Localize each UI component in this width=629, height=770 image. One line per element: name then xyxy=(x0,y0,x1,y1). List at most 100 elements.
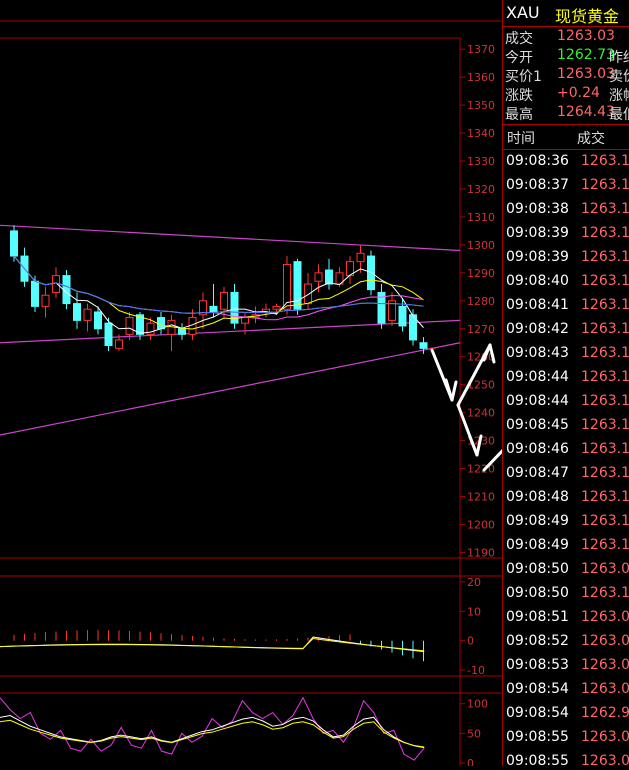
tick-row[interactable]: 09:08:36 1263.13 xyxy=(503,150,629,174)
tick-price: 1263.12 xyxy=(581,177,629,193)
candle-body xyxy=(73,303,81,321)
tick-row[interactable]: 09:08:37 1263.12 xyxy=(503,174,629,198)
tick-row[interactable]: 09:08:53 1263.07 xyxy=(503,654,629,678)
tick-price: 1262.97 xyxy=(581,705,629,721)
tick-row[interactable]: 09:08:43 1263.11 xyxy=(503,342,629,366)
tick-price: 1263.10 xyxy=(581,441,629,457)
quote-value: 1262.73 xyxy=(557,47,615,63)
tick-row[interactable]: 09:08:55 1263.07 xyxy=(503,750,629,766)
y-tick-label: 1330 xyxy=(467,155,495,168)
tick-price: 1263.17 xyxy=(581,393,629,409)
tick-price: 1263.04 xyxy=(581,681,629,697)
tick-row[interactable]: 09:08:44 1263.17 xyxy=(503,390,629,414)
y-tick-label: 1300 xyxy=(467,239,495,252)
tick-row[interactable]: 09:08:39 1263.18 xyxy=(503,246,629,270)
quote-label: 买价1 xyxy=(505,69,542,85)
tick-time: 09:08:43 xyxy=(506,345,569,361)
candlestick-chart[interactable]: 1370 1360 1350 1340 1330 1320 1310 1300 1290 1280… xyxy=(0,0,614,770)
tick-price: 1263.16 xyxy=(581,369,629,385)
tick-price: 1263.18 xyxy=(581,249,629,265)
tick-row[interactable]: 09:08:41 1263.12 xyxy=(503,294,629,318)
tick-row[interactable]: 09:08:50 1263.10 xyxy=(503,582,629,606)
tick-row[interactable]: 09:08:46 1263.10 xyxy=(503,438,629,462)
tick-row[interactable]: 09:08:50 1263.09 xyxy=(503,558,629,582)
tick-row[interactable]: 09:08:40 1263.17 xyxy=(503,270,629,294)
tick-time: 09:08:55 xyxy=(506,753,569,766)
tick-time: 09:08:41 xyxy=(506,297,569,313)
y-tick-label: 1270 xyxy=(467,323,495,336)
tick-time: 09:08:42 xyxy=(506,321,569,337)
candle-body xyxy=(314,272,323,282)
candle-body xyxy=(157,317,165,330)
tick-list[interactable]: 09:08:36 1263.13 09:08:37 1263.12 09:08:38 12… xyxy=(503,150,629,766)
tick-time: 09:08:49 xyxy=(506,537,569,553)
chart-area[interactable]: 1370 1360 1350 1340 1330 1320 1310 1300 1290 1280… xyxy=(0,0,614,770)
quote-label-secondary: 昨结 xyxy=(609,50,629,66)
candle-body xyxy=(293,261,302,310)
candle-body xyxy=(398,305,407,327)
tick-price: 1263.16 xyxy=(581,465,629,481)
kdj-k-line xyxy=(0,715,425,749)
tick-price: 1263.11 xyxy=(581,513,629,529)
tick-price: 1263.07 xyxy=(581,753,629,766)
quote-row: 今开 1262.73昨结 xyxy=(503,46,629,66)
quote-value: 1263.03 xyxy=(557,66,615,82)
tick-price: 1263.13 xyxy=(581,321,629,337)
tick-row[interactable]: 09:08:38 1263.17 xyxy=(503,198,629,222)
candle-body xyxy=(10,230,18,257)
tick-row[interactable]: 09:08:52 1263.03 xyxy=(503,630,629,654)
tick-price: 1263.07 xyxy=(581,609,629,625)
candle-body xyxy=(241,317,249,324)
tick-row[interactable]: 09:08:42 1263.13 xyxy=(503,318,629,342)
candle-body xyxy=(125,317,134,335)
quote-row: 买价1 1263.03卖价 xyxy=(503,65,629,85)
tick-row[interactable]: 09:08:54 1262.97 xyxy=(503,702,629,726)
quote-label-secondary: 涨幅 xyxy=(609,88,629,104)
tick-time: 09:08:39 xyxy=(506,249,569,265)
y-tick-label: 1210 xyxy=(467,490,495,503)
tick-row[interactable]: 09:08:55 1263.06 xyxy=(503,726,629,750)
tick-price: 1263.14 xyxy=(581,489,629,505)
tick-row[interactable]: 09:08:44 1263.16 xyxy=(503,366,629,390)
quote-row: 涨跌 +0.24 涨幅 xyxy=(503,84,629,104)
tick-price: 1263.12 xyxy=(581,297,629,313)
tick-row[interactable]: 09:08:49 1263.13 xyxy=(503,534,629,558)
y-tick-label: 10 xyxy=(467,605,481,618)
candle-body xyxy=(209,305,218,313)
tick-row[interactable]: 09:08:54 1263.04 xyxy=(503,678,629,702)
y-tick-label: 0 xyxy=(467,635,474,648)
candle-body xyxy=(178,328,186,335)
tick-row[interactable]: 09:08:48 1263.14 xyxy=(503,486,629,510)
tick-time: 09:08:53 xyxy=(506,657,569,673)
y-tick-label: 1290 xyxy=(467,267,495,280)
quote-label: 成交 xyxy=(505,31,533,47)
tick-row[interactable]: 09:08:39 1263.13 xyxy=(503,222,629,246)
tick-row[interactable]: 09:08:49 1263.11 xyxy=(503,510,629,534)
candle-body xyxy=(83,308,92,321)
tick-time: 09:08:39 xyxy=(506,225,569,241)
tick-price: 1263.06 xyxy=(581,729,629,745)
tick-time: 09:08:51 xyxy=(506,609,569,625)
y-tick-label: 1190 xyxy=(467,546,495,559)
tick-row[interactable]: 09:08:45 1263.11 xyxy=(503,414,629,438)
channel-line xyxy=(0,319,461,344)
tick-time: 09:08:50 xyxy=(506,561,569,577)
candle-body xyxy=(220,291,228,310)
tick-time: 09:08:55 xyxy=(506,729,569,745)
y-tick-label: 1340 xyxy=(467,127,495,140)
tick-row[interactable]: 09:08:51 1263.07 xyxy=(503,606,629,630)
tick-time: 09:08:44 xyxy=(506,393,569,409)
tick-price: 1263.03 xyxy=(581,633,629,649)
tick-time: 09:08:40 xyxy=(506,273,569,289)
y-tick-label: 1240 xyxy=(467,407,495,420)
quote-table: 成交1263.03今开1262.73昨结买价11263.03卖价涨跌+0.24涨… xyxy=(503,27,629,123)
tick-time: 09:08:45 xyxy=(506,417,569,433)
tick-time: 09:08:54 xyxy=(506,681,569,697)
tick-price: 1263.10 xyxy=(581,585,629,601)
ticks-header-price: 成交 xyxy=(577,131,605,147)
candle-body xyxy=(356,252,365,263)
candle-body xyxy=(41,294,50,307)
tick-row[interactable]: 09:08:47 1263.16 xyxy=(503,462,629,486)
tick-price: 1263.13 xyxy=(581,153,629,169)
tick-price: 1263.09 xyxy=(581,561,629,577)
